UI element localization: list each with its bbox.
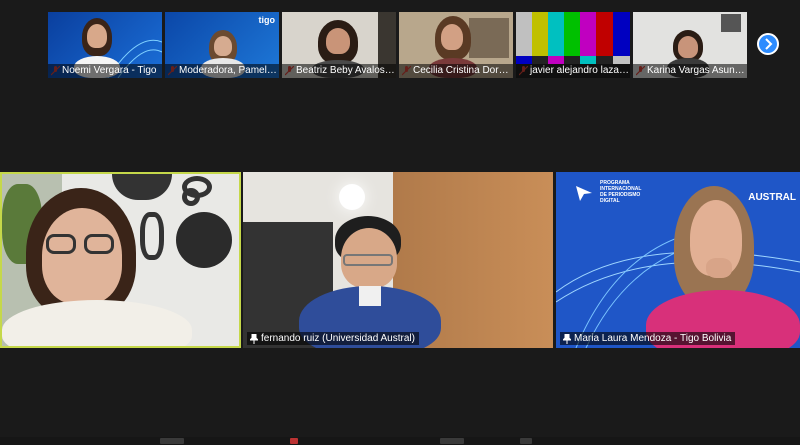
toolbar-button[interactable] [160,438,184,444]
glasses [46,234,76,254]
video-tile[interactable]: fernando ruiz (Universidad Austral) [243,172,553,348]
participant-name-label: Maria Laura Mendoza - Tigo Bolivia [560,332,736,345]
participant-thumb[interactable]: Karina Vargas Asunto... [633,12,747,78]
participant-thumb[interactable]: Cecilia Cristina Dorad... [399,12,513,78]
pin-icon [563,334,571,344]
toolbar-button[interactable] [440,438,464,444]
participant-thumb[interactable]: Noemi Vergara - Tigo [48,12,162,78]
tigo-logo: tigo [258,15,276,25]
participant-thumb[interactable]: javier alejandro lazart... [516,12,630,78]
wall-plate [112,174,172,200]
chevron-right-icon [765,38,773,50]
participant-name: javier alejandro lazart... [516,64,630,78]
wall-plate [176,212,232,268]
participant-name: Moderadora, Pamela... [165,64,279,78]
pin-icon [250,334,258,344]
hand [706,258,732,278]
ceiling-light [339,184,365,210]
glasses [343,254,393,266]
toolbar-button[interactable] [290,438,298,444]
participant-name: Noemi Vergara - Tigo [48,64,162,78]
participant-name: Beatriz Beby Avalos R... [282,64,396,78]
participant-name: Karina Vargas Asunto... [633,64,747,78]
participant-thumb[interactable]: tigo Moderadora, Pamela... [165,12,279,78]
participant-strip: Noemi Vergara - Tigo tigo Moderadora, Pa… [48,12,748,78]
cursor-logo-icon [576,186,592,201]
toolbar-button[interactable] [520,438,532,444]
program-text: PROGRAMA INTERNACIONAL DE PERIODISMO DIG… [600,180,642,204]
austral-logo: AUSTRAL [748,192,796,203]
participant-name: Cecilia Cristina Dorad... [399,64,513,78]
video-tile[interactable]: PROGRAMA INTERNACIONAL DE PERIODISMO DIG… [556,172,800,348]
participant-name-label: fernando ruiz (Universidad Austral) [247,332,419,345]
meeting-toolbar-edge [0,437,800,445]
participant-thumb[interactable]: Beatriz Beby Avalos R... [282,12,396,78]
video-tile-active-speaker[interactable] [0,172,241,348]
next-page-button[interactable] [757,33,779,55]
